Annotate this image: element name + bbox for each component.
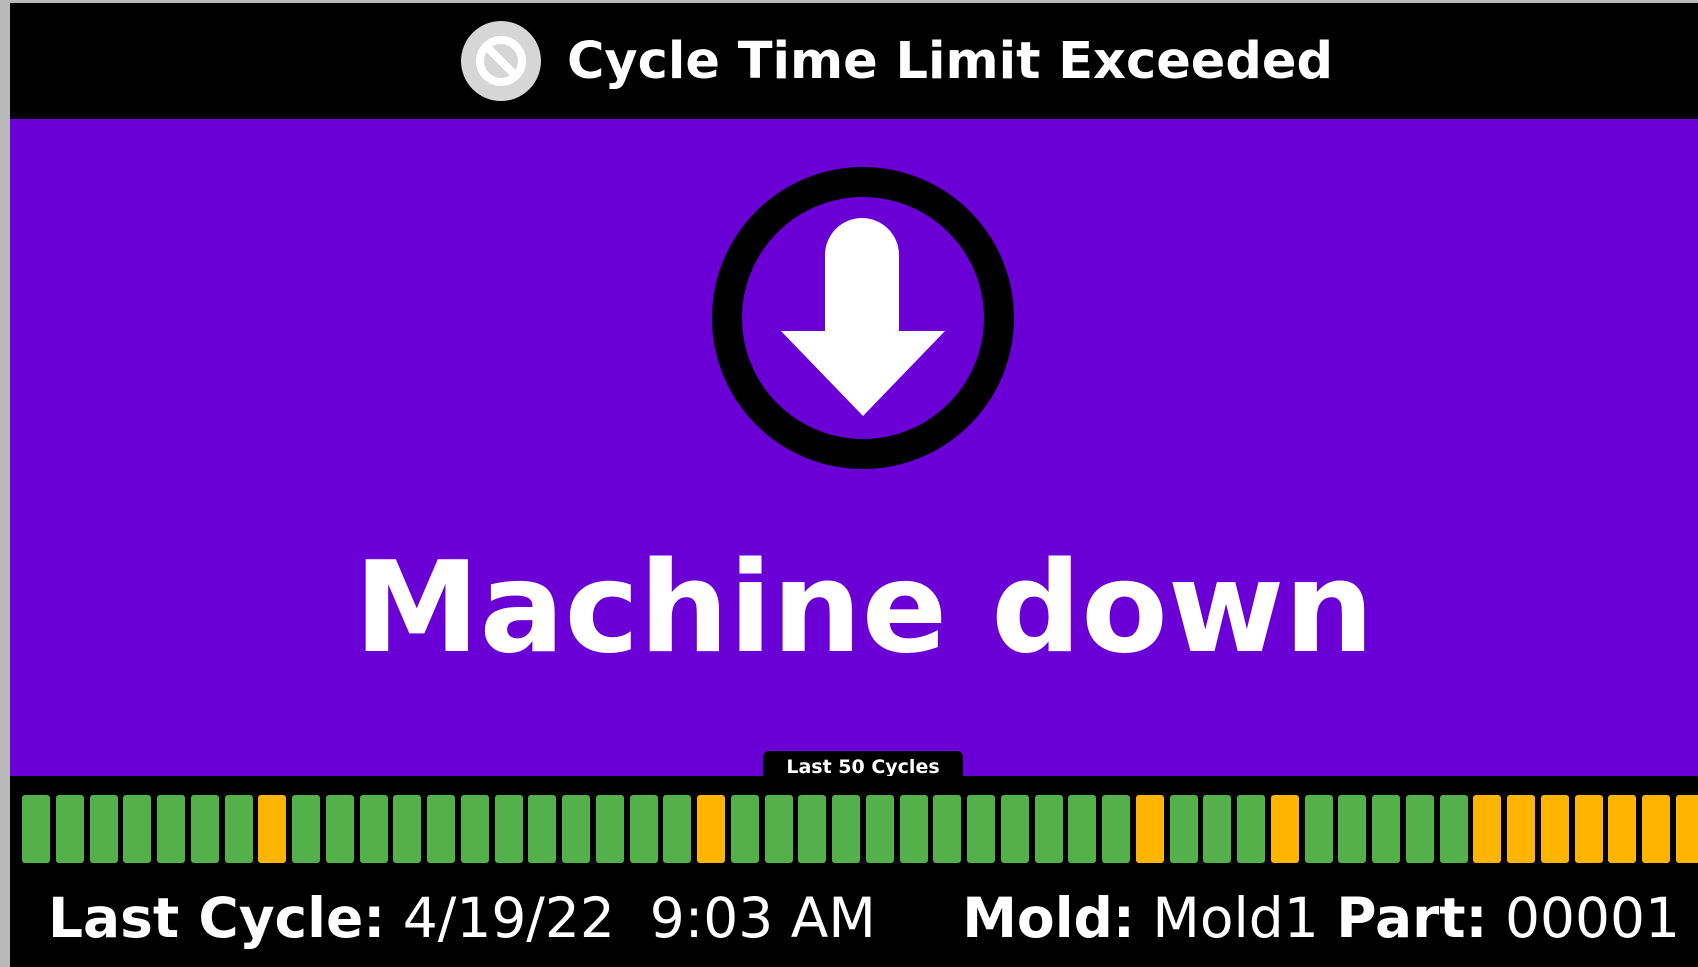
cycle-segment-ok bbox=[123, 795, 152, 863]
cycle-segment-ok bbox=[325, 795, 354, 863]
cycle-segment-ok bbox=[55, 795, 84, 863]
cycle-segment-warning bbox=[1608, 795, 1637, 863]
cycle-segment-ok bbox=[22, 795, 50, 863]
arrow-down-circle-icon bbox=[712, 167, 1014, 469]
alert-header-content: Cycle Time Limit Exceeded bbox=[461, 21, 1333, 101]
cycle-segment-ok bbox=[595, 795, 624, 863]
cycle-segment-ok bbox=[1237, 795, 1265, 863]
alert-header: Cycle Time Limit Exceeded bbox=[10, 3, 1698, 119]
cycle-segment-ok bbox=[1372, 795, 1400, 863]
cycle-segment-ok bbox=[730, 795, 759, 863]
cycle-segment-warning bbox=[1574, 795, 1603, 863]
cycle-segment-ok bbox=[494, 795, 523, 863]
cycle-segment-warning bbox=[697, 795, 725, 863]
cycle-segment-ok bbox=[899, 795, 928, 863]
cycle-segment-ok bbox=[1068, 795, 1097, 863]
cycle-segment-ok bbox=[1304, 795, 1333, 863]
cycle-segment-ok bbox=[393, 795, 422, 863]
cycle-segment-ok bbox=[865, 795, 894, 863]
cycle-segment-ok bbox=[764, 795, 793, 863]
cycle-segment-ok bbox=[460, 795, 489, 863]
cycle-segment-warning bbox=[1473, 795, 1502, 863]
cycle-segment-ok bbox=[967, 795, 995, 863]
cycle-segment-ok bbox=[1000, 795, 1029, 863]
cycle-segment-ok bbox=[663, 795, 692, 863]
cycle-segment-warning bbox=[1270, 795, 1299, 863]
cycle-segment-ok bbox=[1338, 795, 1367, 863]
part-value: 00001 bbox=[1505, 886, 1680, 950]
cycle-segment-ok bbox=[224, 795, 253, 863]
cycle-segment-ok bbox=[1405, 795, 1434, 863]
part-label: Part: bbox=[1336, 886, 1488, 950]
cycle-segment-ok bbox=[1439, 795, 1468, 863]
cycle-segment-warning bbox=[1540, 795, 1569, 863]
last-cycle-info: Last Cycle: 4/19/22 9:03 AM bbox=[48, 883, 876, 953]
cycle-segment-warning bbox=[1507, 795, 1535, 863]
cycle-segment-ok bbox=[359, 795, 388, 863]
cycle-history-bar bbox=[22, 795, 1698, 863]
mold-value: Mold1 bbox=[1152, 886, 1319, 950]
cycle-segment-ok bbox=[798, 795, 827, 863]
no-entry-icon bbox=[461, 21, 541, 101]
cycle-segment-ok bbox=[562, 795, 590, 863]
cycle-segment-warning bbox=[1675, 795, 1698, 863]
last-cycle-value: 4/19/22 9:03 AM bbox=[402, 886, 876, 950]
cycle-segment-ok bbox=[933, 795, 962, 863]
cycle-segment-ok bbox=[427, 795, 455, 863]
cycle-segment-warning bbox=[258, 795, 287, 863]
alert-title: Cycle Time Limit Exceeded bbox=[567, 31, 1333, 91]
cycle-segment-ok bbox=[89, 795, 118, 863]
cycle-segment-ok bbox=[157, 795, 185, 863]
cycle-segment-ok bbox=[1203, 795, 1232, 863]
last-cycle-label: Last Cycle: bbox=[48, 886, 386, 950]
machine-status-text: Machine down bbox=[354, 534, 1374, 681]
cycle-segment-ok bbox=[292, 795, 320, 863]
cycle-segment-ok bbox=[1102, 795, 1130, 863]
cycle-segment-ok bbox=[832, 795, 860, 863]
cycle-segment-warning bbox=[1642, 795, 1670, 863]
cycle-segment-ok bbox=[190, 795, 219, 863]
cycle-segment-ok bbox=[629, 795, 658, 863]
mold-part-info: Mold: Mold1 Part: 00001 bbox=[962, 883, 1680, 953]
andon-display: Cycle Time Limit Exceeded Machine down L… bbox=[10, 3, 1698, 967]
cycle-segment-ok bbox=[1169, 795, 1198, 863]
mold-label: Mold: bbox=[962, 886, 1135, 950]
cycle-segment-warning bbox=[1135, 795, 1164, 863]
cycle-segment-ok bbox=[528, 795, 557, 863]
cycle-segment-ok bbox=[1034, 795, 1063, 863]
